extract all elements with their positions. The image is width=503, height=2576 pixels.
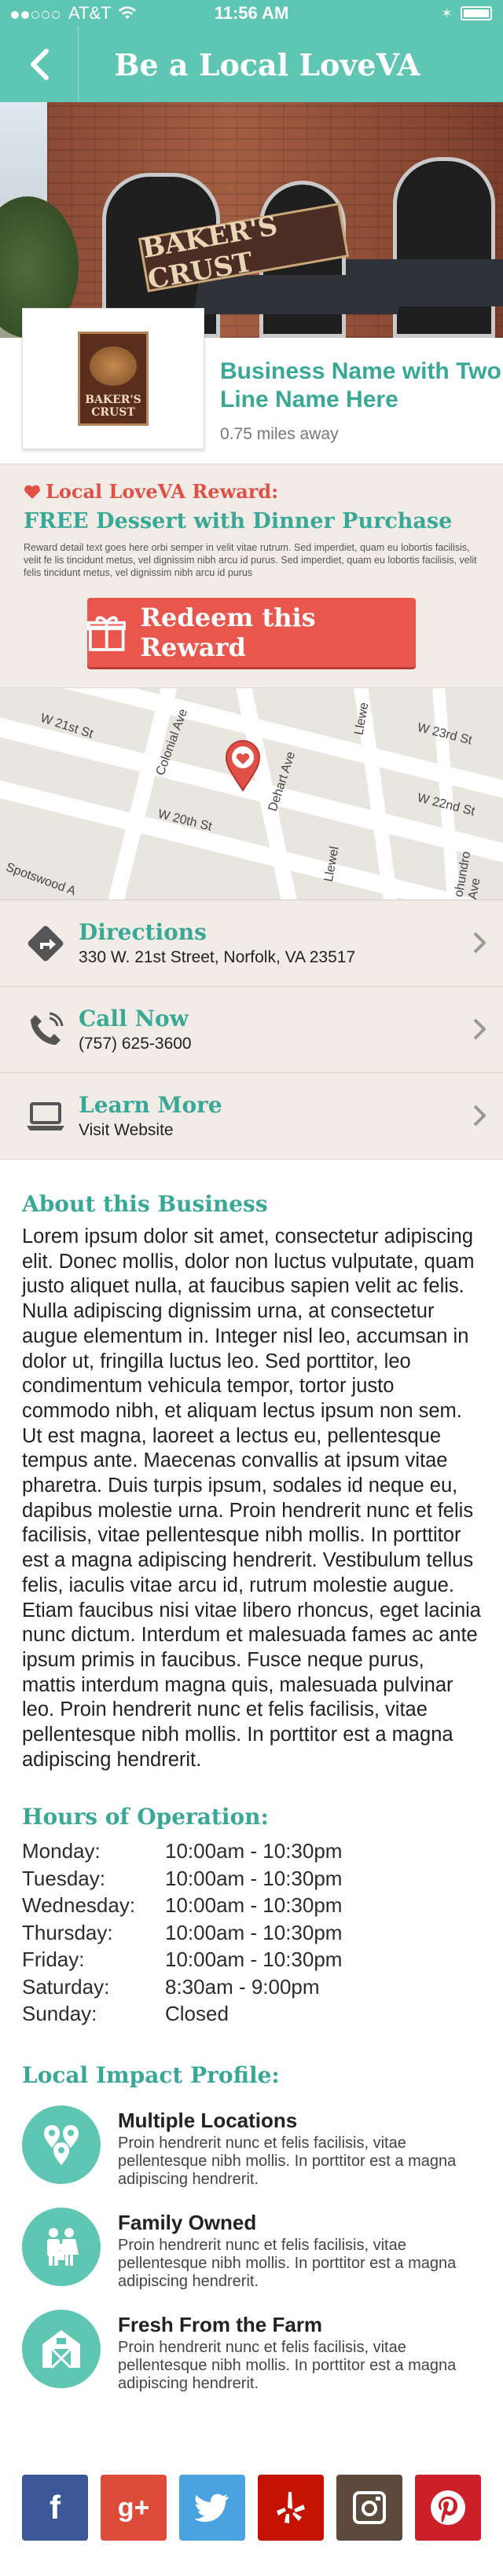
impact-item: Multiple Locations Proin hendrerit nunc …: [22, 2105, 481, 2190]
gift-icon: [87, 616, 127, 651]
status-right: ✶: [441, 5, 492, 22]
twitter-button[interactable]: [179, 2475, 245, 2541]
page-title: Be a Local LoveVA: [114, 46, 420, 82]
back-button[interactable]: [0, 27, 79, 102]
impact-item-title: Family Owned: [118, 2210, 257, 2234]
status-time: 11:56 AM: [214, 3, 289, 23]
hours-row: Saturday: 8:30am - 9:00pm: [22, 1973, 342, 2001]
hours-day: Thursday:: [22, 1920, 113, 1944]
impact-item: Fresh From the Farm Proin hendrerit nunc…: [22, 2309, 481, 2395]
pinterest-button[interactable]: [415, 2475, 481, 2541]
location-pins-icon: [22, 2105, 101, 2184]
chevron-right-icon: [473, 1105, 486, 1127]
hours-time: Closed: [165, 2002, 229, 2026]
hours-time: 10:00am - 10:30pm: [165, 1920, 343, 1944]
hours-time: 8:30am - 9:00pm: [165, 1974, 320, 1999]
battery-icon: [461, 6, 492, 20]
redeem-button-label: Redeem this Reward: [140, 603, 316, 662]
chevron-right-icon: [473, 932, 486, 954]
instagram-button[interactable]: [336, 2475, 402, 2541]
about-body: Lorem ipsum dolor sit amet, consectetur …: [22, 1226, 481, 1771]
hours-title: Hours of Operation:: [22, 1804, 269, 1830]
chevron-right-icon: [473, 1018, 486, 1040]
reward-panel: Local LoveVA Reward: FREE Dessert with D…: [0, 464, 503, 688]
hours-day: Sunday:: [22, 2002, 97, 2026]
business-header: BAKER'S CRUST Business Name with Two Lin…: [0, 308, 503, 464]
pinterest-icon: [431, 2490, 465, 2525]
hours-day: Tuesday:: [22, 1866, 105, 1890]
google-plus-icon: g+: [117, 2492, 150, 2523]
app-root: { "status_bar": { "carrier": "AT&T", "ti…: [0, 0, 503, 2576]
hours-time: 10:00am - 10:30pm: [165, 1948, 343, 1972]
laptop-icon: [27, 1101, 64, 1130]
map[interactable]: W 21st St Colonial Ave Dehart Ave Llewe …: [0, 688, 503, 900]
hours-section: Hours of Operation: Monday: 10:00am - 10:…: [0, 1804, 503, 2028]
directions-icon: [28, 925, 64, 961]
about-section: About this Business Lorem ipsum dolor si…: [0, 1191, 503, 1772]
impact-item-title: Multiple Locations: [118, 2108, 298, 2132]
hero-photo: BAKER'S CRUST: [0, 102, 503, 338]
phone-icon: [31, 1012, 64, 1045]
business-logo: BAKER'S CRUST: [22, 308, 204, 449]
hours-row: Wednesday: 10:00am - 10:30pm: [22, 1892, 342, 1919]
visit-website-link: Visit Website: [79, 1121, 174, 1139]
yelp-icon: [277, 2492, 305, 2523]
hours-row: Friday: 10:00am - 10:30pm: [22, 1946, 342, 1973]
hours-time: 10:00am - 10:30pm: [165, 1866, 343, 1890]
hours-row: Monday: 10:00am - 10:30pm: [22, 1838, 342, 1865]
business-info: Business Name with Two Line Name Here 0.…: [220, 357, 503, 444]
impact-title: Local Impact Profile:: [22, 2061, 280, 2088]
hours-day: Monday:: [22, 1839, 101, 1863]
call-row[interactable]: Call Now (757) 625-3600: [0, 987, 503, 1073]
directions-title: Directions: [79, 919, 207, 945]
hours-time: 10:00am - 10:30pm: [165, 1839, 343, 1863]
impact-item: Family Owned Proin hendrerit nunc et fel…: [22, 2207, 481, 2292]
call-title: Call Now: [79, 1006, 189, 1031]
about-title: About this Business: [22, 1191, 268, 1217]
family-icon: [22, 2207, 101, 2286]
hours-row: Tuesday: 10:00am - 10:30pm: [22, 1865, 342, 1893]
directions-row[interactable]: Directions 330 W. 21st Street, Norfolk, …: [0, 900, 503, 987]
reward-detail: Reward detail text goes here orbi semper…: [24, 542, 477, 578]
nav-bar: Be a Local LoveVA: [0, 27, 503, 102]
status-bar: AT&T 11:56 AM ✶: [0, 0, 503, 27]
heart-icon: [24, 485, 40, 499]
business-distance: 0.75 miles away: [220, 425, 339, 443]
barn-icon: [22, 2309, 101, 2388]
reward-offer: FREE Dessert with Dinner Purchase: [24, 509, 453, 533]
hours-time: 10:00am - 10:30pm: [165, 1893, 343, 1918]
google-plus-button[interactable]: g+: [101, 2475, 167, 2541]
hours-row: Thursday: 10:00am - 10:30pm: [22, 1919, 342, 1947]
twitter-icon: [195, 2494, 229, 2522]
impact-item-desc: Proin hendrerit nunc et felis facilisis,…: [118, 2236, 457, 2290]
business-name: Business Name with Two Line Name Here: [220, 358, 501, 412]
hours-day: Friday:: [22, 1948, 85, 1972]
redeem-button[interactable]: Redeem this Reward: [87, 598, 416, 667]
impact-item-title: Fresh From the Farm: [118, 2312, 323, 2336]
hours-day: Saturday:: [22, 1974, 110, 1999]
hours-table: Monday: 10:00am - 10:30pm Tuesday: 10:00am…: [22, 1838, 342, 2028]
facebook-button[interactable]: f: [22, 2475, 88, 2541]
bluetooth-icon: ✶: [440, 5, 453, 21]
facebook-icon: f: [50, 2489, 61, 2526]
social-links: f g+: [22, 2475, 481, 2541]
impact-section: Local Impact Profile: Multiple Locations…: [0, 2062, 503, 2395]
directions-address: 330 W. 21st Street, Norfolk, VA 23517: [79, 948, 356, 966]
instagram-icon: [353, 2491, 386, 2524]
hours-day: Wednesday:: [22, 1893, 136, 1918]
call-phone: (757) 625-3600: [79, 1035, 192, 1053]
map-label: Spotswood A: [4, 860, 78, 899]
impact-item-desc: Proin hendrerit nunc et felis facilisis,…: [118, 2338, 457, 2392]
yelp-button[interactable]: [258, 2475, 324, 2541]
learn-more-row[interactable]: Learn More Visit Website: [0, 1073, 503, 1160]
logo-text: BAKER'S CRUST: [85, 394, 141, 419]
hours-row: Sunday: Closed: [22, 2000, 342, 2028]
map-pin-icon[interactable]: [225, 740, 261, 792]
reward-label-text: Local LoveVA Reward:: [46, 480, 279, 503]
impact-item-desc: Proin hendrerit nunc et felis facilisis,…: [118, 2134, 457, 2188]
reward-label: Local LoveVA Reward:: [24, 480, 479, 503]
learn-more-title: Learn More: [79, 1092, 222, 1118]
chevron-left-icon: [30, 49, 49, 80]
